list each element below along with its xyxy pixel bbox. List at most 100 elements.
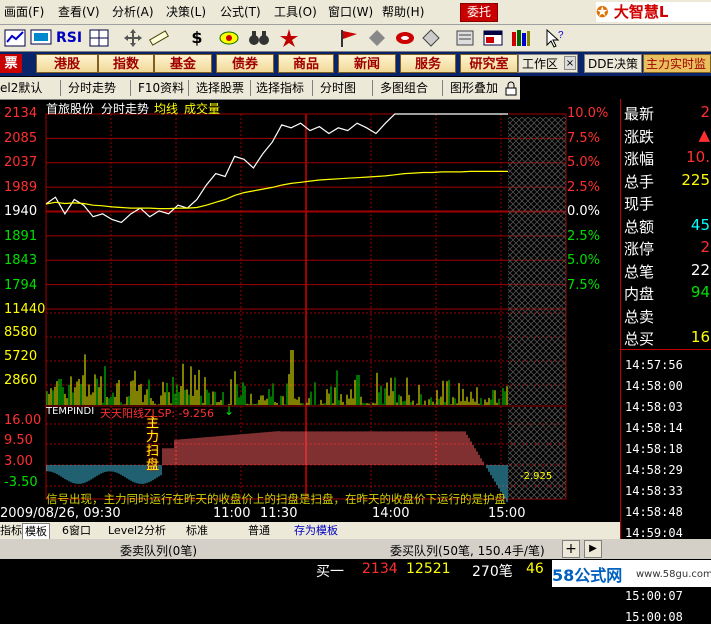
tab-6-window[interactable]: 6窗口 <box>62 523 91 538</box>
divider <box>130 80 131 96</box>
phone-icon[interactable] <box>394 28 416 48</box>
quote-label: 内盘 <box>624 285 655 303</box>
quote-label: 涨跌 <box>624 127 655 146</box>
chart-mode-label: 分时走势 <box>101 102 150 116</box>
menu-help[interactable]: 帮助(H) <box>382 4 424 20</box>
binoculars-icon[interactable] <box>248 28 270 48</box>
quote-label: 总笔 <box>624 262 655 281</box>
divider <box>188 80 189 96</box>
chart-icon[interactable] <box>4 28 26 48</box>
nav-stock-tab[interactable]: 票 <box>0 54 22 73</box>
move-icon[interactable] <box>122 28 144 48</box>
buy-one-label: 买一 <box>316 564 344 580</box>
quote-label: 现手 <box>624 195 655 213</box>
rsi-icon[interactable]: RSI <box>56 28 82 48</box>
price-tick: 2085 <box>4 131 38 146</box>
tick-time: 15:00:07 <box>625 589 683 603</box>
tab-standard[interactable]: 标准 <box>186 523 208 538</box>
indicator-tick: -3.50 <box>4 475 38 490</box>
tick-time: 14:58:29 <box>625 463 683 477</box>
queue-next-icon[interactable]: ▶ <box>584 540 602 558</box>
menu-bar: 画面(F) 查看(V) 分析(A) 决策(L) 公式(T) 工具(O) 窗口(W… <box>0 0 711 25</box>
tab-level2-analysis[interactable]: Level2分析 <box>108 523 166 538</box>
buy-one-volume: 12521 <box>406 561 451 577</box>
workspace-close-icon[interactable]: × <box>564 56 576 70</box>
quote-label: 总额 <box>624 217 655 236</box>
lock-icon[interactable] <box>504 81 518 96</box>
tick-time: 14:58:00 <box>625 379 683 393</box>
intraday-chart[interactable]: 首旅股份 分时走势 均线 成交量 2134 2085 2037 1989 194… <box>0 99 620 523</box>
notepad-icon[interactable] <box>454 28 476 48</box>
flag-icon[interactable] <box>338 28 360 48</box>
func-intraday[interactable]: 分时走势 <box>68 80 116 96</box>
tab-normal[interactable]: 普通 <box>248 523 270 538</box>
tab-indicator[interactable]: 指标 <box>0 523 22 538</box>
ruler-icon[interactable] <box>148 28 170 48</box>
nav-commodity[interactable]: 商品 <box>278 54 334 73</box>
window-icon[interactable] <box>482 28 504 48</box>
quote-panel: 最新 2 涨跌 ▲ 涨幅 10. 总手 225 现手 总额 45 涨停 2 总笔 22 内盘 94 总卖 总买 16 … <box>620 99 711 624</box>
volume-tick: 5720 <box>4 349 38 364</box>
quote-value: 94 <box>690 283 710 301</box>
func-overlay[interactable]: 图形叠加 <box>450 80 498 96</box>
quote-label: 总手 <box>624 172 655 191</box>
nav-bond[interactable]: 债券 <box>216 54 274 73</box>
star-icon[interactable] <box>278 28 300 48</box>
watermark: 58公式网 www.58gu.com <box>552 560 711 587</box>
func-level2-default[interactable]: el2默认 <box>0 80 42 96</box>
tick-time: 14:58:18 <box>625 442 683 456</box>
nav-index[interactable]: 指数 <box>98 54 154 73</box>
nav-research[interactable]: 研究室 <box>460 54 518 73</box>
signal-vertical-text: 主力扫盘 <box>146 416 160 473</box>
price-tick: 2037 <box>4 155 38 170</box>
diamond-icon[interactable] <box>366 28 388 48</box>
dollar-icon[interactable]: $ <box>186 28 208 48</box>
diamond-outline-icon[interactable] <box>420 28 442 48</box>
app-logo: ✪ 大智慧L <box>596 2 711 22</box>
func-multi-chart[interactable]: 多图组合 <box>380 80 428 96</box>
menu-look[interactable]: 查看(V) <box>58 4 100 20</box>
quote-value: 225 <box>681 170 710 189</box>
queue-expand-icon[interactable]: + <box>562 540 580 558</box>
menu-tools[interactable]: 工具(O) <box>274 4 317 20</box>
divider <box>372 80 373 96</box>
tab-template[interactable]: 模板 <box>22 523 50 540</box>
nav-dde-decision[interactable]: DDE决策 <box>584 54 642 73</box>
nav-news[interactable]: 新闻 <box>338 54 396 73</box>
nav-hk-stock[interactable]: 港股 <box>36 54 98 73</box>
quote-label: 涨幅 <box>624 150 655 168</box>
function-tab-bar: el2默认 分时走势 F10资料 选择股票 选择指标 分时图 多图组合 图形叠加 <box>0 77 520 100</box>
eye-icon[interactable] <box>218 28 240 48</box>
quote-label: 最新 <box>624 105 655 123</box>
books-icon[interactable] <box>510 28 532 48</box>
volume-tick: 11440 <box>4 302 46 317</box>
func-select-stock[interactable]: 选择股票 <box>196 80 244 96</box>
time-label: 11:00 <box>213 506 251 521</box>
menu-screen[interactable]: 画面(F) <box>4 4 44 20</box>
func-select-indicator[interactable]: 选择指标 <box>256 80 304 96</box>
order-row: 买一 2134 12521 270笔 46 58公式网 www.58gu.com <box>0 559 711 588</box>
func-f10[interactable]: F10资料 <box>138 80 184 96</box>
divider <box>250 80 251 96</box>
trade-button[interactable]: 委托 <box>460 3 498 22</box>
menu-decision[interactable]: 决策(L) <box>166 4 206 20</box>
nav-service[interactable]: 服务 <box>400 54 456 73</box>
time-label: 2009/08/26, 09:30 <box>0 506 121 521</box>
tab-save-template[interactable]: 存为模板 <box>294 523 338 538</box>
monitor-icon[interactable] <box>30 28 52 48</box>
nav-main-monitor[interactable]: 主力实时监 <box>643 54 711 73</box>
nav-fund[interactable]: 基金 <box>154 54 212 73</box>
menu-formula[interactable]: 公式(T) <box>220 4 261 20</box>
menu-analysis[interactable]: 分析(A) <box>112 4 154 20</box>
menu-window[interactable]: 窗口(W) <box>328 4 373 20</box>
volume-tick: 2860 <box>4 373 38 388</box>
category-nav-bar: 票 港股 指数 基金 债券 商品 新闻 服务 研究室 工作区 × DDE决策 主… <box>0 52 711 76</box>
volume-bars <box>46 350 508 405</box>
help-pointer-icon[interactable]: ? <box>544 28 566 48</box>
logo-icon: ✪ <box>596 3 609 21</box>
func-timechart[interactable]: 分时图 <box>320 80 356 96</box>
quote-value: 45 <box>690 215 710 234</box>
grid-icon[interactable] <box>88 28 110 48</box>
quote-value: ▲ <box>698 125 710 144</box>
tick-time: 15:00:08 <box>625 610 683 624</box>
